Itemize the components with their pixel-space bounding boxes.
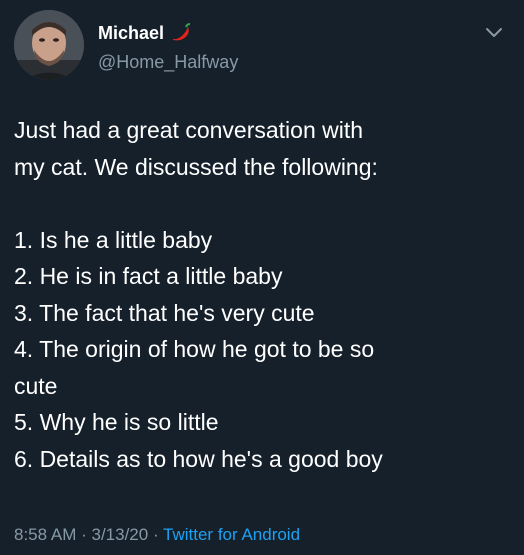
author-handle[interactable]: @Home_Halfway xyxy=(98,51,238,73)
meta-separator: · xyxy=(76,525,92,544)
tweet-line: my cat. We discussed the following: xyxy=(14,153,378,180)
tweet-date[interactable]: 3/13/20 xyxy=(91,525,148,544)
tweet-list-item: 2. He is in fact a little baby xyxy=(14,263,283,289)
tweet-line: Just had a great conversation with xyxy=(14,117,364,143)
tweet-source-link[interactable]: Twitter for Android xyxy=(163,525,300,544)
tweet-list-item: 6. Details as to how he's a good boy xyxy=(14,445,383,472)
tweet-list-item: 5. Why he is so little xyxy=(14,409,219,435)
tweet-card: Michael @Home_Halfway Just had a great c… xyxy=(0,0,524,555)
tweet-text: Just had a great conversation with my ca… xyxy=(14,112,514,477)
tweet-time[interactable]: 8:58 AM xyxy=(14,525,76,544)
author-name-row[interactable]: Michael xyxy=(98,22,192,44)
tweet-list-item: 3. The fact that he's very cute xyxy=(14,299,315,326)
meta-separator: · xyxy=(148,525,164,544)
tweet-meta: 8:58 AM · 3/13/20 · Twitter for Android xyxy=(14,524,300,546)
author-display-name[interactable]: Michael xyxy=(98,22,164,44)
chevron-down-icon[interactable] xyxy=(484,26,504,40)
chili-pepper-icon xyxy=(170,23,192,43)
tweet-list-item-continued: cute xyxy=(14,372,58,399)
avatar[interactable] xyxy=(14,10,84,80)
tweet-list-item: 4. The origin of how he got to be so xyxy=(14,336,375,362)
avatar-photo xyxy=(14,10,84,80)
tweet-list-item: 1. Is he a little baby xyxy=(14,226,213,253)
